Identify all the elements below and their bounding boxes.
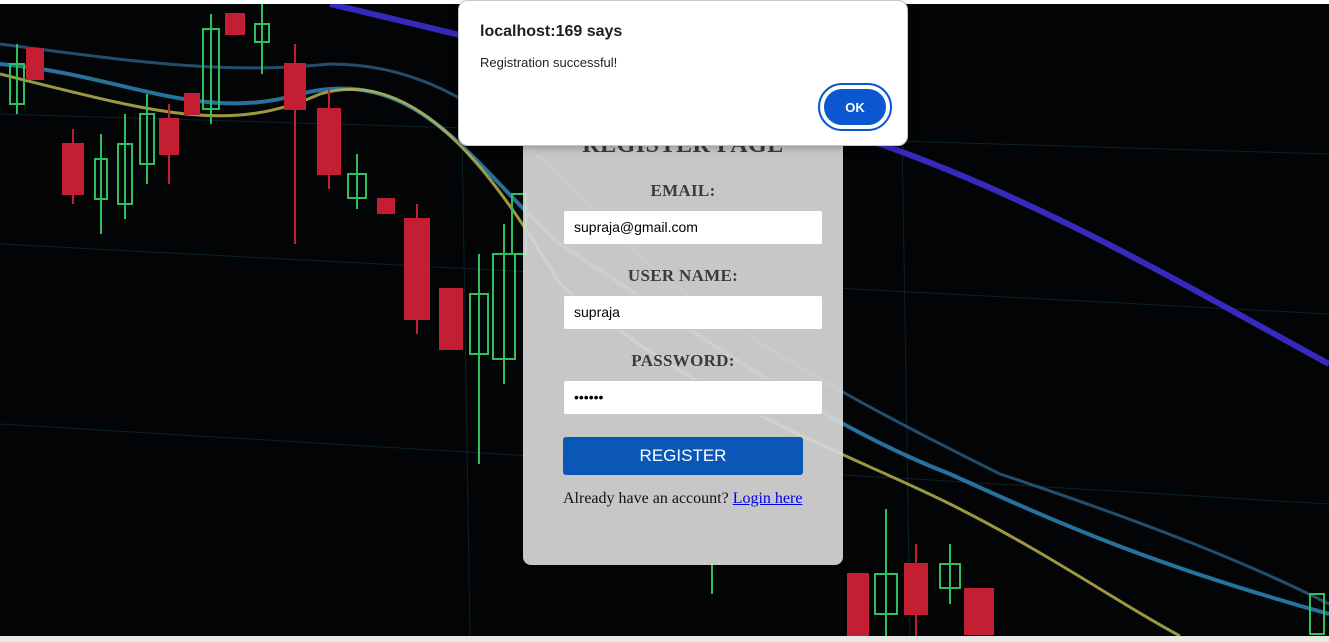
- login-link[interactable]: Login here: [733, 490, 803, 507]
- dialog-title: localhost:169 says: [480, 23, 623, 40]
- password-field[interactable]: ••••••: [563, 380, 823, 415]
- password-field-value: ••••••: [574, 389, 604, 405]
- username-field[interactable]: supraja: [563, 295, 823, 330]
- already-account-label: Already have an account?: [563, 490, 729, 507]
- alert-dialog: localhost:169 says Registration successf…: [458, 0, 908, 146]
- username-label: USER NAME:: [627, 266, 739, 285]
- ok-button[interactable]: OK: [818, 83, 892, 131]
- register-button[interactable]: REGISTER: [563, 437, 803, 475]
- dialog-message: Registration successful!: [480, 55, 618, 70]
- email-label: EMAIL:: [650, 181, 716, 200]
- email-field-value: supraja@gmail.com: [574, 219, 698, 235]
- username-field-value: supraja: [574, 304, 620, 320]
- password-label: PASSWORD:: [631, 351, 735, 370]
- already-account-text: Already have an account? Login here: [563, 490, 802, 508]
- bottom-bar: [0, 636, 1329, 642]
- register-card: REGISTER PAGE EMAIL: supraja@gmail.com U…: [523, 120, 843, 565]
- email-field[interactable]: supraja@gmail.com: [563, 210, 823, 245]
